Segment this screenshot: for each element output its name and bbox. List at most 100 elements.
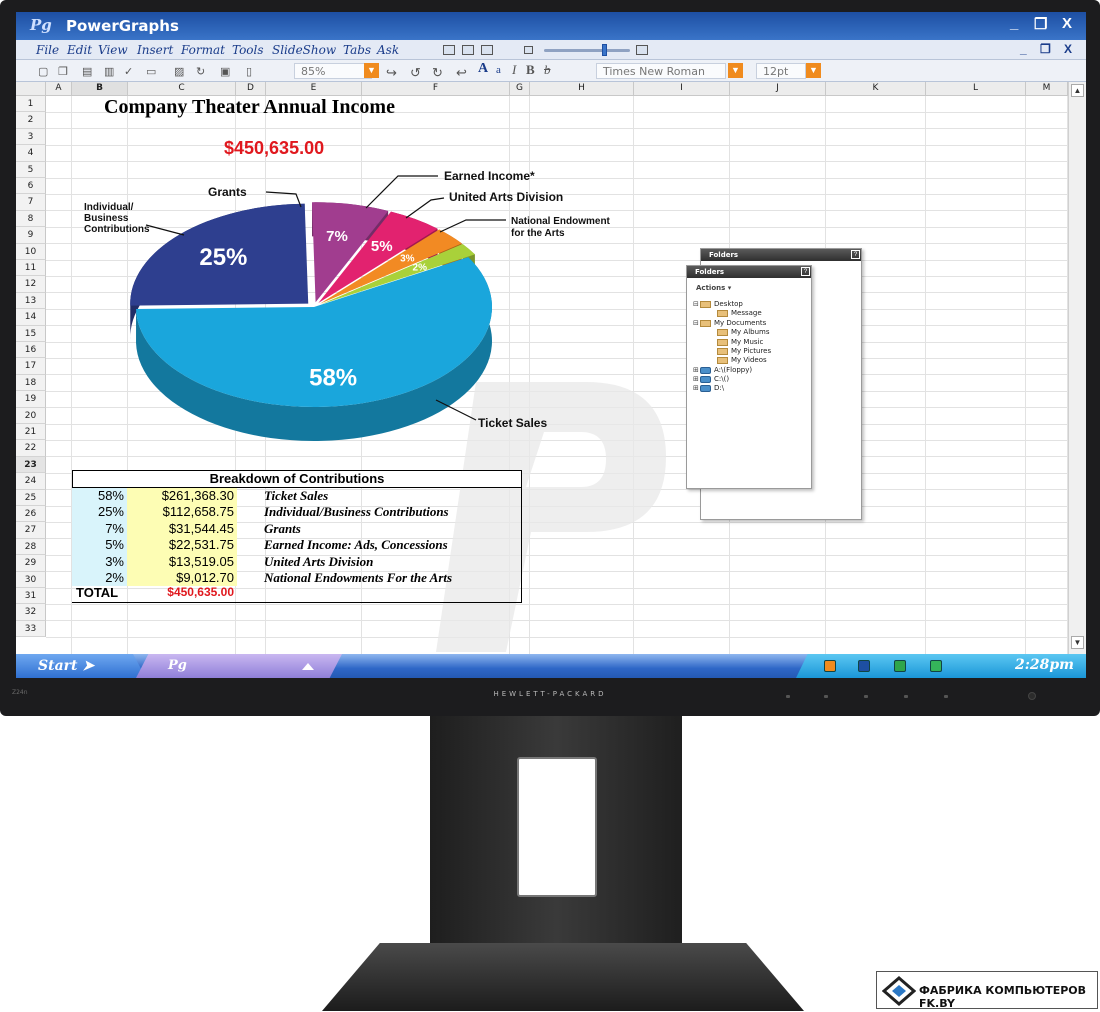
menu-tools[interactable]: Tools — [232, 43, 264, 57]
table-cell-description[interactable]: Earned Income: Ads, Concessions — [264, 537, 448, 553]
row-header[interactable]: 24 — [16, 473, 46, 490]
zoom-slider[interactable] — [544, 49, 630, 52]
tree-item-my-documents[interactable]: ⊟ My Documents — [693, 319, 766, 327]
table-cell-amount[interactable]: $112,658.75 — [127, 504, 237, 521]
start-button[interactable]: Start ➤ — [16, 654, 146, 678]
new-icon[interactable]: ▢ — [38, 65, 48, 78]
font-family-field[interactable]: Times New Roman — [596, 63, 726, 79]
row-header[interactable]: 11 — [16, 260, 46, 277]
monitor-button[interactable] — [944, 695, 948, 698]
row-header[interactable]: 25 — [16, 489, 46, 506]
font-dropdown-icon[interactable]: ▼ — [728, 63, 743, 78]
restore-button[interactable]: ❐ — [1034, 15, 1047, 33]
menu-file[interactable]: File — [36, 43, 59, 57]
column-header[interactable]: F — [362, 82, 510, 96]
vertical-scrollbar[interactable]: ▲ ▼ — [1068, 82, 1086, 656]
table-cell-percent[interactable]: 5% — [72, 537, 127, 554]
row-header[interactable]: 28 — [16, 538, 46, 556]
doc-minimize-button[interactable]: _ — [1020, 42, 1027, 56]
tree-item-c-drive[interactable]: ⊞ C:\() — [693, 375, 729, 383]
column-header[interactable]: C — [128, 82, 236, 96]
image-icon[interactable]: ▨ — [174, 65, 184, 78]
row-header[interactable]: 3 — [16, 128, 46, 146]
column-header[interactable]: B — [72, 82, 128, 96]
spellcheck-icon[interactable]: ✓ — [124, 65, 133, 78]
close-button[interactable]: X — [1062, 15, 1072, 32]
row-header[interactable]: 10 — [16, 243, 46, 260]
row-header[interactable]: 27 — [16, 522, 46, 539]
table-cell-amount[interactable]: $22,531.75 — [127, 537, 237, 554]
table-cell-amount[interactable]: $31,544.45 — [127, 520, 237, 538]
column-header[interactable]: E — [266, 82, 362, 96]
help-icon[interactable]: ? — [851, 250, 860, 259]
size-dropdown-icon[interactable]: ▼ — [806, 63, 821, 78]
caret-up-icon[interactable] — [302, 663, 314, 670]
italic-button[interactable]: I — [512, 62, 516, 78]
folders-panel[interactable]: Folders ? Actions ▾ ⊟ Desktop Message ⊟ My… — [686, 265, 812, 489]
table-cell-percent[interactable]: 7% — [72, 520, 127, 538]
tree-item-my-videos[interactable]: My Videos — [717, 356, 767, 364]
tree-item-my-pictures[interactable]: My Pictures — [717, 347, 771, 355]
tray-window-icon[interactable] — [858, 660, 870, 672]
pie-chart[interactable]: 25%7%5%3%2%58% Ticket Sales Individual/ … — [46, 152, 666, 452]
row-header[interactable]: 33 — [16, 620, 46, 638]
media-icon[interactable]: ▣ — [220, 65, 230, 78]
redo-icon[interactable]: ↪ — [386, 65, 397, 81]
bold-button[interactable]: B — [526, 62, 535, 78]
scroll-down-icon[interactable]: ▼ — [1071, 636, 1084, 649]
zoom-dropdown-icon[interactable]: ▼ — [364, 63, 379, 78]
tray-network-icon[interactable] — [930, 660, 942, 672]
table-cell-percent[interactable]: 58% — [72, 488, 127, 505]
table-cell-description[interactable]: Ticket Sales — [264, 488, 328, 504]
menu-ask[interactable]: Ask — [377, 43, 399, 57]
select-all-corner[interactable] — [16, 82, 46, 96]
font-grow-button[interactable]: A — [478, 61, 488, 77]
row-header[interactable]: 19 — [16, 391, 46, 408]
monitor-button[interactable] — [786, 695, 790, 698]
menu-insert[interactable]: Insert — [137, 43, 173, 57]
font-shrink-button[interactable]: a — [496, 64, 501, 76]
table-cell-percent[interactable]: 2% — [72, 570, 127, 587]
strike-button[interactable]: b — [544, 62, 551, 78]
monitor-button[interactable] — [824, 695, 828, 698]
power-button[interactable] — [1028, 692, 1036, 700]
minimize-button[interactable]: _ — [1010, 15, 1018, 32]
tree-item-desktop[interactable]: ⊟ Desktop — [693, 300, 743, 308]
chart-view-icon[interactable] — [481, 45, 493, 55]
row-header[interactable]: 4 — [16, 145, 46, 162]
table-cell-amount[interactable]: $9,012.70 — [127, 570, 237, 587]
scroll-up-icon[interactable]: ▲ — [1071, 84, 1084, 97]
column-header[interactable]: A — [46, 82, 72, 96]
chart-view-icon[interactable] — [443, 45, 455, 55]
row-header[interactable]: 13 — [16, 292, 46, 310]
row-header[interactable]: 12 — [16, 276, 46, 293]
table-cell-amount[interactable]: $261,368.30 — [127, 488, 237, 505]
chart-view-icon[interactable] — [462, 45, 474, 55]
zoom-slider-handle[interactable] — [602, 44, 607, 56]
row-header[interactable]: 20 — [16, 407, 46, 424]
row-header[interactable]: 29 — [16, 555, 46, 572]
table-cell-description[interactable]: United Arts Division — [264, 554, 373, 570]
help-icon[interactable]: ? — [801, 267, 810, 276]
monitor-button[interactable] — [864, 695, 868, 698]
table-cell-percent[interactable]: 3% — [72, 553, 127, 570]
row-header[interactable]: 26 — [16, 506, 46, 523]
trash-icon[interactable]: ▯ — [246, 65, 252, 78]
refresh-icon[interactable]: ↻ — [196, 65, 205, 78]
row-header[interactable]: 32 — [16, 604, 46, 621]
doc-restore-button[interactable]: ❐ — [1040, 42, 1051, 56]
font-size-field[interactable]: 12pt — [756, 63, 806, 79]
column-header[interactable]: D — [236, 82, 266, 96]
print-icon[interactable]: ▤ — [82, 65, 92, 78]
row-header[interactable]: 16 — [16, 342, 46, 359]
menu-edit[interactable]: Edit — [67, 43, 92, 57]
table-cell-description[interactable]: Individual/Business Contributions — [264, 504, 449, 520]
preview-icon[interactable]: ▥ — [104, 65, 114, 78]
column-header[interactable]: L — [926, 82, 1026, 96]
column-header[interactable]: K — [826, 82, 926, 96]
zoom-field[interactable]: 85% — [294, 63, 372, 79]
row-header[interactable]: 17 — [16, 358, 46, 375]
row-header[interactable]: 8 — [16, 210, 46, 228]
tree-item-message[interactable]: Message — [717, 309, 762, 317]
column-header[interactable]: J — [730, 82, 826, 96]
